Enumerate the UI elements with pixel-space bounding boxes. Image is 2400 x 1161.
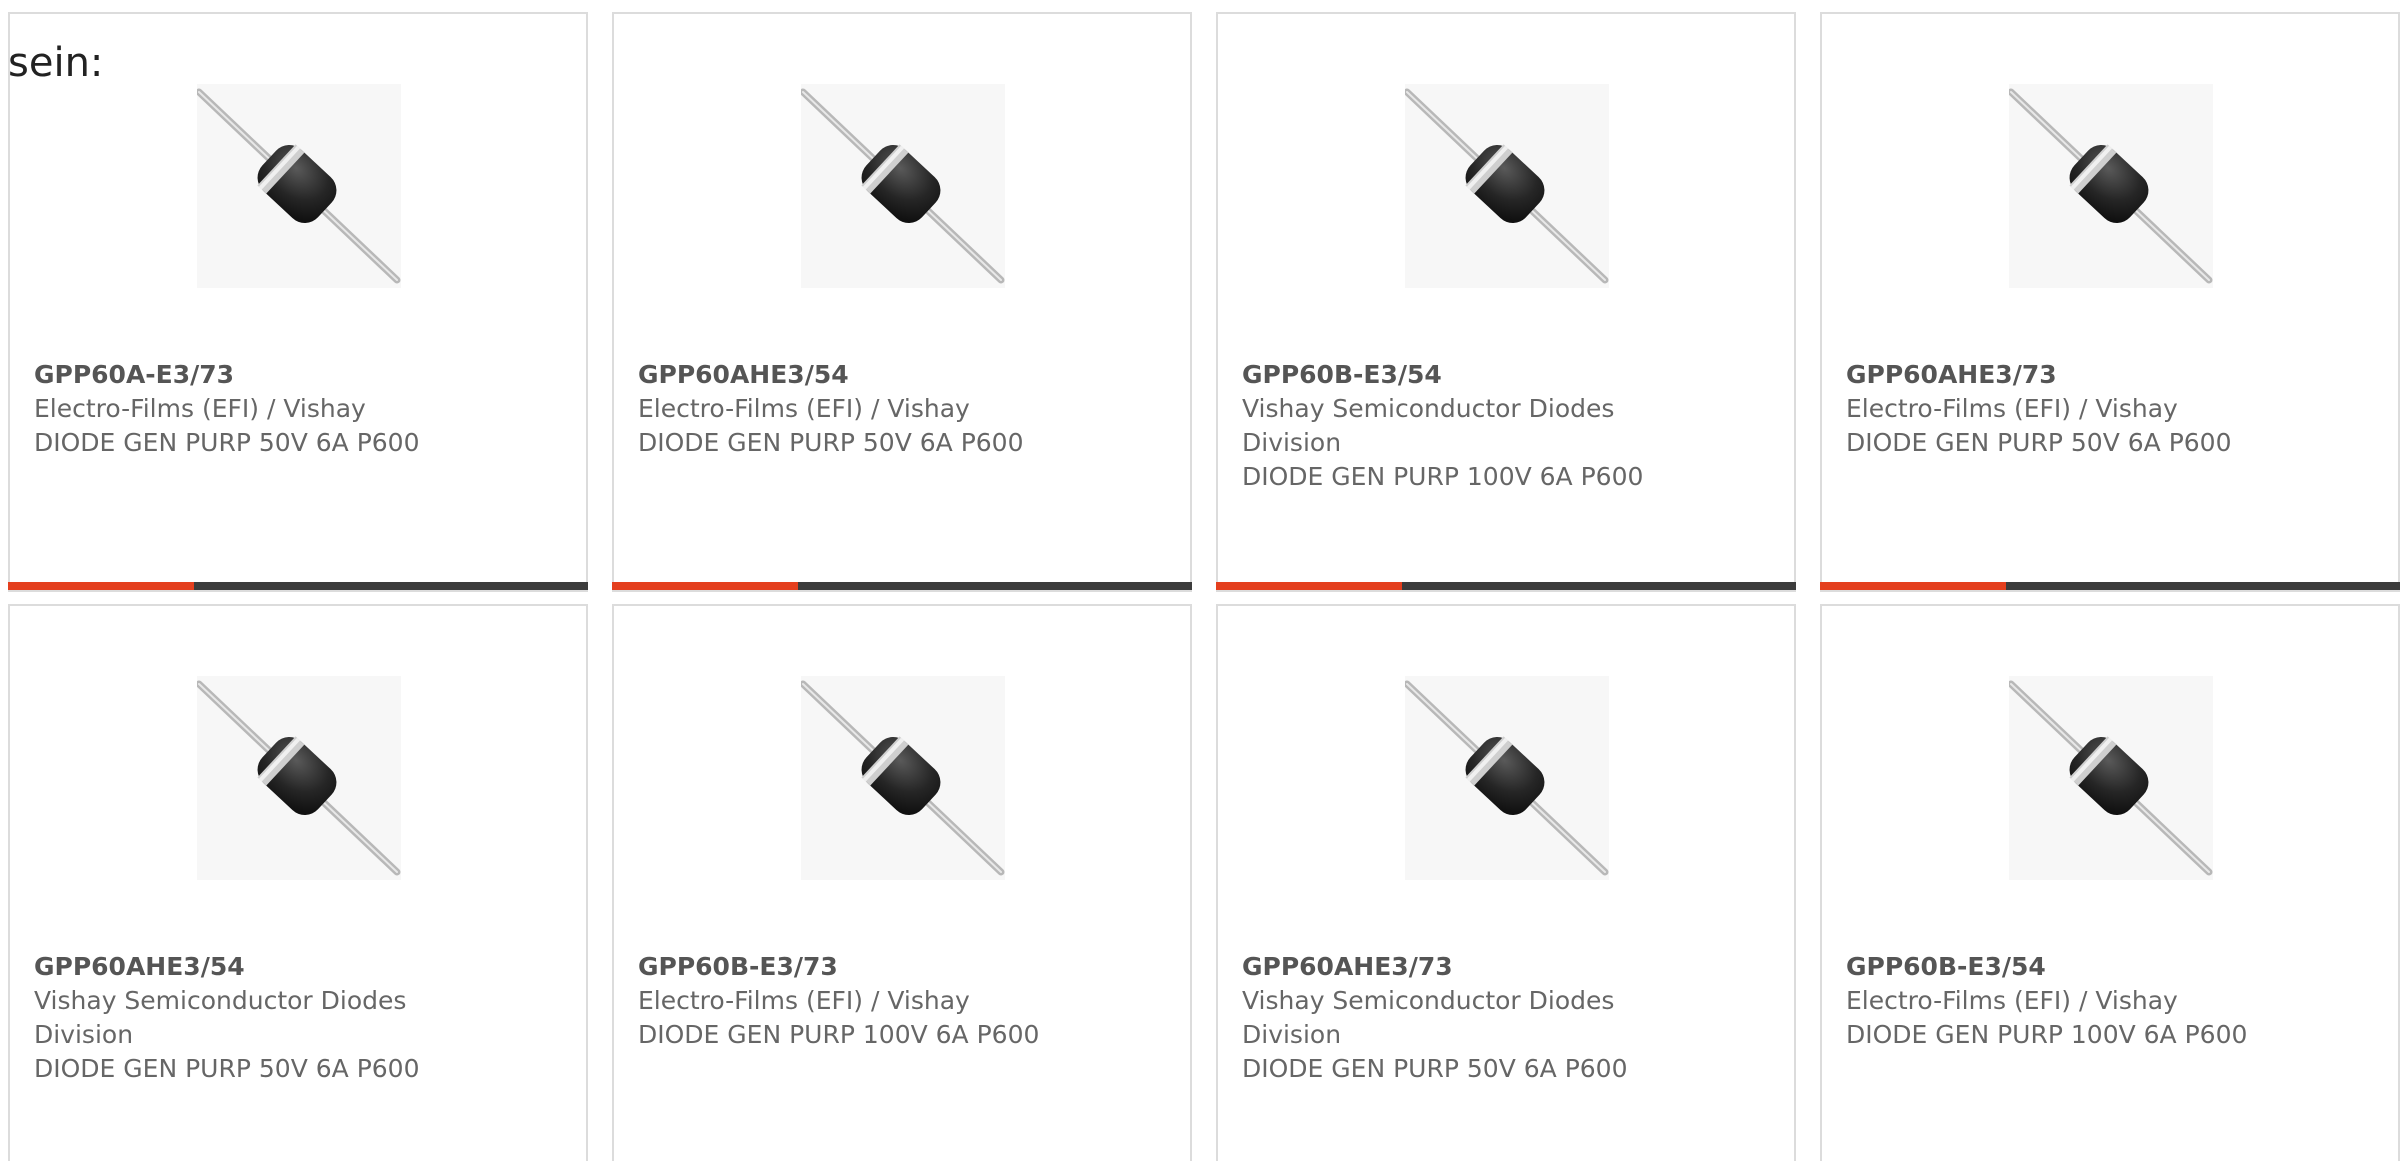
product-image[interactable] (2009, 676, 2213, 880)
card-progress-fill (8, 582, 194, 590)
product-info: GPP60AHE3/54 Electro-Films (EFI) / Visha… (638, 358, 1166, 460)
product-image[interactable] (1405, 84, 1609, 288)
product-info: GPP60AHE3/73 Electro-Films (EFI) / Visha… (1846, 358, 2374, 460)
manufacturer: Vishay Semiconductor Diodes Division (1242, 986, 1615, 1049)
card-progress-fill (612, 582, 798, 590)
product-image[interactable] (2009, 84, 2213, 288)
product-card[interactable]: GPP60B-E3/54 Vishay Semiconductor Diodes… (1216, 12, 1796, 592)
part-number[interactable]: GPP60B-E3/73 (638, 950, 1166, 984)
product-description: DIODE GEN PURP 50V 6A P600 (1846, 428, 2232, 457)
product-description: DIODE GEN PURP 50V 6A P600 (1242, 1054, 1628, 1083)
card-progress-bar (1820, 582, 2400, 590)
part-number[interactable]: GPP60AHE3/54 (638, 358, 1166, 392)
product-image[interactable] (801, 676, 1005, 880)
intro-text: sein: (8, 40, 104, 86)
product-card[interactable]: GPP60AHE3/73 Electro-Films (EFI) / Visha… (1820, 12, 2400, 592)
axial-diode-icon (2009, 88, 2213, 284)
product-description: DIODE GEN PURP 50V 6A P600 (34, 428, 420, 457)
part-number[interactable]: GPP60A-E3/73 (34, 358, 562, 392)
product-description: DIODE GEN PURP 100V 6A P600 (1846, 1020, 2248, 1049)
product-grid: GPP60A-E3/73 Electro-Films (EFI) / Visha… (8, 12, 2400, 1161)
part-number[interactable]: GPP60AHE3/73 (1846, 358, 2374, 392)
product-description: DIODE GEN PURP 100V 6A P600 (638, 1020, 1040, 1049)
product-info: GPP60AHE3/73 Vishay Semiconductor Diodes… (1242, 950, 1770, 1086)
axial-diode-icon (1405, 680, 1609, 876)
product-card[interactable]: GPP60AHE3/73 Vishay Semiconductor Diodes… (1216, 604, 1796, 1161)
axial-diode-icon (197, 88, 401, 284)
manufacturer: Electro-Films (EFI) / Vishay (638, 986, 970, 1015)
product-info: GPP60B-E3/54 Electro-Films (EFI) / Visha… (1846, 950, 2374, 1052)
card-progress-bar (612, 582, 1192, 590)
manufacturer: Electro-Films (EFI) / Vishay (34, 394, 366, 423)
product-card[interactable]: GPP60B-E3/54 Electro-Films (EFI) / Visha… (1820, 604, 2400, 1161)
axial-diode-icon (801, 88, 1005, 284)
manufacturer: Electro-Films (EFI) / Vishay (638, 394, 970, 423)
axial-diode-icon (1405, 88, 1609, 284)
product-description: DIODE GEN PURP 100V 6A P600 (1242, 462, 1644, 491)
axial-diode-icon (197, 680, 401, 876)
card-progress-fill (1216, 582, 1402, 590)
product-description: DIODE GEN PURP 50V 6A P600 (34, 1054, 420, 1083)
axial-diode-icon (801, 680, 1005, 876)
card-progress-bar (8, 582, 588, 590)
product-info: GPP60B-E3/73 Electro-Films (EFI) / Visha… (638, 950, 1166, 1052)
product-info: GPP60A-E3/73 Electro-Films (EFI) / Visha… (34, 358, 562, 460)
card-progress-fill (1820, 582, 2006, 590)
product-image[interactable] (197, 84, 401, 288)
axial-diode-icon (2009, 680, 2213, 876)
part-number[interactable]: GPP60B-E3/54 (1242, 358, 1770, 392)
product-image[interactable] (801, 84, 1005, 288)
product-card[interactable]: GPP60A-E3/73 Electro-Films (EFI) / Visha… (8, 12, 588, 592)
manufacturer: Electro-Films (EFI) / Vishay (1846, 394, 2178, 423)
part-number[interactable]: GPP60AHE3/54 (34, 950, 562, 984)
product-info: GPP60B-E3/54 Vishay Semiconductor Diodes… (1242, 358, 1770, 494)
product-card[interactable]: GPP60AHE3/54 Vishay Semiconductor Diodes… (8, 604, 588, 1161)
manufacturer: Vishay Semiconductor Diodes Division (1242, 394, 1615, 457)
page: sein: GPP60A-E3/73 Electro-Films (EFI) /… (0, 0, 2400, 1161)
part-number[interactable]: GPP60AHE3/73 (1242, 950, 1770, 984)
product-info: GPP60AHE3/54 Vishay Semiconductor Diodes… (34, 950, 562, 1086)
product-image[interactable] (1405, 676, 1609, 880)
part-number[interactable]: GPP60B-E3/54 (1846, 950, 2374, 984)
manufacturer: Electro-Films (EFI) / Vishay (1846, 986, 2178, 1015)
card-progress-bar (1216, 582, 1796, 590)
product-description: DIODE GEN PURP 50V 6A P600 (638, 428, 1024, 457)
manufacturer: Vishay Semiconductor Diodes Division (34, 986, 407, 1049)
product-card[interactable]: GPP60AHE3/54 Electro-Films (EFI) / Visha… (612, 12, 1192, 592)
product-image[interactable] (197, 676, 401, 880)
product-card[interactable]: GPP60B-E3/73 Electro-Films (EFI) / Visha… (612, 604, 1192, 1161)
